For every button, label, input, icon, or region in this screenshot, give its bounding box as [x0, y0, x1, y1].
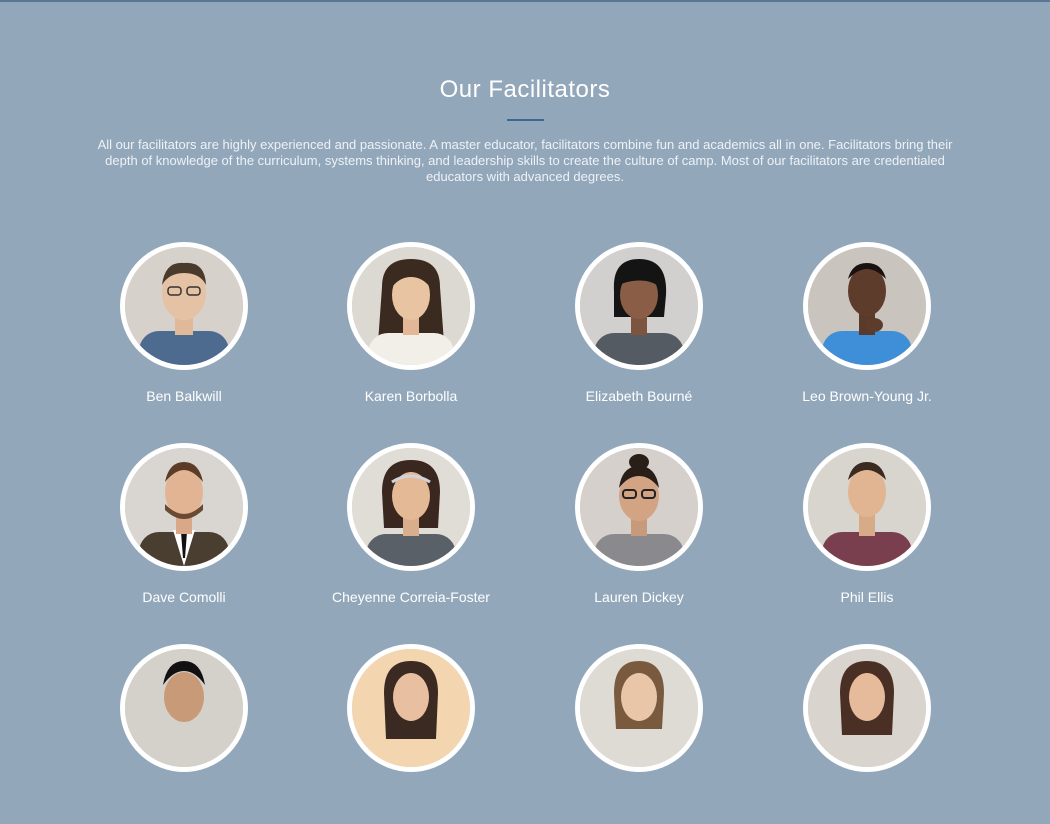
facilitator-photo	[347, 242, 475, 370]
facilitator-photo	[120, 443, 248, 571]
facilitator-photo	[120, 242, 248, 370]
facilitator-name: Karen Borbolla	[364, 388, 458, 404]
facilitator-photo	[803, 443, 931, 571]
facilitator-card[interactable]: Ben Balkwill	[84, 242, 284, 422]
top-divider	[0, 0, 1050, 2]
facilitator-photo	[803, 644, 931, 772]
facilitator-photo	[575, 644, 703, 772]
facilitator-name: Ben Balkwill	[146, 388, 222, 404]
facilitator-name: Elizabeth Bourné	[585, 388, 693, 404]
facilitator-card[interactable]: Lauren Dickey	[539, 443, 739, 623]
facilitator-card[interactable]: Elizabeth Bourné	[539, 242, 739, 422]
facilitator-card[interactable]	[539, 644, 739, 824]
facilitator-name: Cheyenne Correia-Foster	[332, 589, 490, 605]
facilitator-name: Lauren Dickey	[594, 589, 684, 605]
facilitator-photo	[803, 242, 931, 370]
title-underline	[507, 119, 544, 121]
facilitator-name: Leo Brown-Young Jr.	[802, 388, 932, 404]
facilitator-card[interactable]	[84, 644, 284, 824]
facilitator-photo	[575, 242, 703, 370]
facilitator-photo	[575, 443, 703, 571]
facilitator-photo	[347, 443, 475, 571]
facilitator-photo	[120, 644, 248, 772]
facilitator-name: Dave Comolli	[142, 589, 226, 605]
section-title: Our Facilitators	[439, 76, 611, 103]
facilitator-card[interactable]: Leo Brown-Young Jr.	[767, 242, 967, 422]
facilitator-card[interactable]: Cheyenne Correia-Foster	[311, 443, 511, 623]
facilitator-card[interactable]: Karen Borbolla	[311, 242, 511, 422]
facilitator-card[interactable]: Phil Ellis	[767, 443, 967, 623]
facilitator-card[interactable]: Dave Comolli	[84, 443, 284, 623]
facilitator-photo	[347, 644, 475, 772]
facilitator-name: Phil Ellis	[840, 589, 894, 605]
facilitator-card[interactable]	[311, 644, 511, 824]
section-intro: All our facilitators are highly experien…	[97, 137, 953, 184]
facilitator-card[interactable]	[767, 644, 967, 824]
